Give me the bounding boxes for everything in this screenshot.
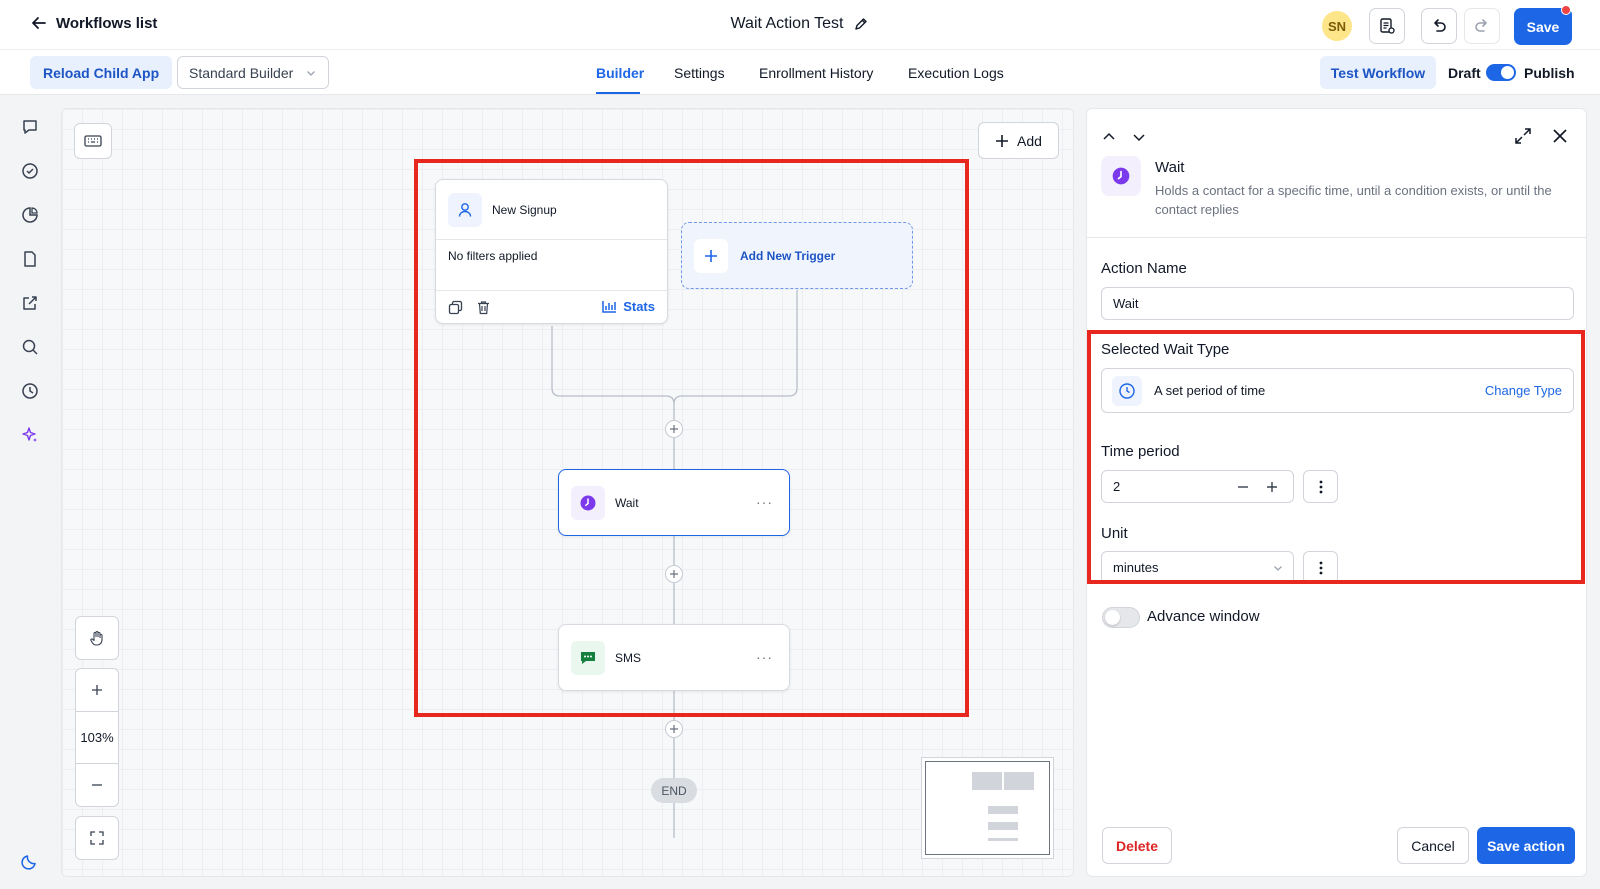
kebab-icon — [1319, 480, 1323, 494]
message-icon — [571, 640, 605, 675]
close-icon[interactable] — [1551, 127, 1569, 145]
action-name-input[interactable]: Wait — [1101, 287, 1574, 320]
plus-icon — [91, 684, 103, 696]
more-options-icon[interactable]: ··· — [756, 494, 773, 510]
zoom-in-button[interactable] — [75, 668, 119, 712]
delete-button[interactable]: Delete — [1102, 827, 1172, 864]
expand-icon — [90, 831, 104, 845]
time-period-stepper[interactable]: 2 — [1101, 470, 1294, 503]
fit-view-button[interactable] — [75, 816, 119, 860]
trigger-title: New Signup — [492, 202, 557, 217]
add-step-button[interactable] — [665, 565, 683, 583]
maximize-icon[interactable] — [1514, 127, 1532, 145]
advance-window-label: Advance window — [1147, 608, 1260, 625]
unit-select[interactable]: minutes — [1101, 551, 1294, 584]
time-period-value: 2 — [1113, 479, 1121, 494]
time-period-options-button[interactable] — [1303, 470, 1338, 503]
chevron-down-icon — [1272, 562, 1284, 574]
kebab-icon — [1319, 561, 1323, 575]
trash-icon[interactable] — [476, 300, 491, 315]
stats-label: Stats — [623, 299, 655, 314]
clock-icon — [571, 485, 605, 520]
clock-icon — [1112, 376, 1142, 406]
action-config-panel: Wait Holds a contact for a specific time… — [1086, 108, 1587, 877]
trigger-filters: No filters applied — [448, 249, 538, 263]
add-step-button[interactable] — [665, 420, 683, 438]
user-icon — [448, 192, 482, 227]
save-action-button[interactable]: Save action — [1477, 827, 1575, 864]
trigger-node-new-signup[interactable]: New Signup No filters applied Stats — [435, 179, 668, 324]
chevron-down-icon[interactable] — [1131, 129, 1147, 145]
add-step-button[interactable] — [665, 720, 683, 738]
plus-icon[interactable] — [1265, 480, 1279, 494]
add-new-trigger-node[interactable]: Add New Trigger — [681, 222, 913, 289]
stats-button[interactable]: Stats — [602, 299, 655, 314]
wait-type-card: A set period of time Change Type — [1101, 368, 1574, 413]
copy-icon[interactable] — [448, 300, 463, 315]
chevron-up-icon[interactable] — [1101, 129, 1117, 145]
end-node: END — [651, 778, 697, 803]
cancel-button[interactable]: Cancel — [1397, 827, 1469, 864]
action-node-wait[interactable]: Wait ··· — [558, 469, 790, 536]
minus-icon — [91, 779, 103, 791]
minus-icon[interactable] — [1236, 480, 1250, 494]
wait-node-label: Wait — [615, 495, 639, 510]
wait-type-value: A set period of time — [1154, 383, 1266, 398]
add-new-trigger-label: Add New Trigger — [740, 248, 836, 263]
minimap[interactable] — [921, 757, 1054, 859]
panel-title: Wait — [1155, 159, 1185, 176]
plus-icon — [694, 238, 728, 273]
unit-options-button[interactable] — [1303, 551, 1338, 584]
time-period-label: Time period — [1101, 443, 1180, 460]
hand-icon — [89, 630, 105, 646]
panel-description: Holds a contact for a specific time, unt… — [1155, 183, 1552, 217]
change-type-link[interactable]: Change Type — [1485, 383, 1562, 398]
action-name-label: Action Name — [1101, 260, 1187, 277]
zoom-level: 103% — [75, 711, 119, 764]
unit-value: minutes — [1113, 560, 1159, 575]
more-options-icon[interactable]: ··· — [756, 649, 773, 665]
zoom-out-button[interactable] — [75, 763, 119, 807]
pan-mode-button[interactable] — [75, 616, 119, 660]
unit-label: Unit — [1101, 525, 1128, 542]
selected-wait-type-label: Selected Wait Type — [1101, 341, 1230, 358]
sms-node-label: SMS — [615, 650, 642, 665]
action-node-sms[interactable]: SMS ··· — [558, 624, 790, 691]
clock-icon — [1101, 156, 1141, 196]
divider — [1087, 237, 1586, 238]
advance-window-toggle[interactable] — [1102, 607, 1140, 628]
bar-chart-icon — [602, 300, 617, 313]
